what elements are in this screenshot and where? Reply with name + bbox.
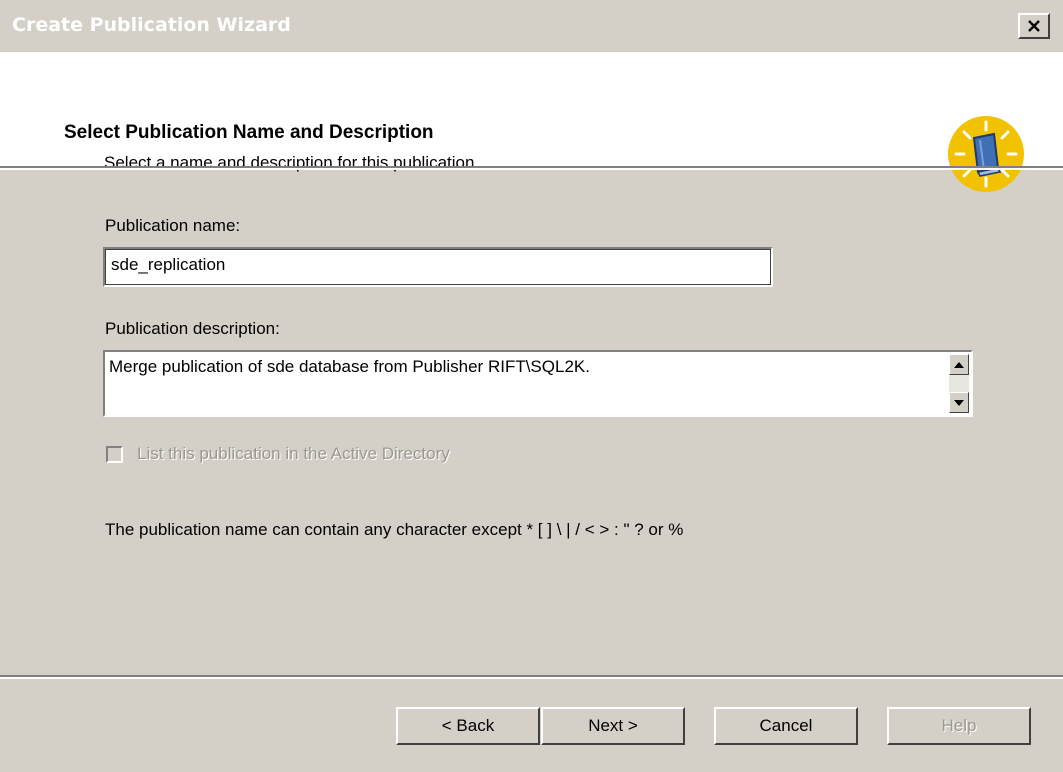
header-divider-highlight: [0, 168, 1063, 170]
help-button: Help: [887, 707, 1031, 745]
scroll-up-button[interactable]: [949, 354, 969, 375]
page-subtitle: Select a name and description for this p…: [104, 153, 480, 172]
scroll-down-button[interactable]: [949, 392, 969, 413]
publication-name-label: Publication name:: [105, 216, 241, 235]
arrow-down-icon: [954, 399, 964, 406]
book-lightbulb-icon: [948, 116, 1024, 192]
arrow-up-icon: [954, 361, 964, 368]
page-title: Select Publication Name and Description: [64, 122, 434, 143]
window-title: Create Publication Wizard: [12, 14, 291, 36]
publication-name-input[interactable]: sde_replication: [103, 247, 773, 287]
back-button[interactable]: < Back: [396, 707, 540, 745]
close-icon: [1028, 20, 1040, 32]
wizard-dialog: Create Publication Wizard Select Publica…: [0, 0, 1063, 772]
publication-name-value: sde_replication: [111, 255, 226, 274]
active-directory-checkbox: [106, 445, 123, 463]
publication-description-textarea[interactable]: Merge publication of sde database from P…: [103, 350, 973, 417]
publication-description-label: Publication description:: [105, 319, 280, 338]
footer-divider-highlight: [0, 677, 1063, 679]
next-button[interactable]: Next >: [541, 707, 685, 745]
active-directory-label: List this publication in the Active Dire…: [137, 444, 450, 463]
publication-description-value: Merge publication of sde database from P…: [109, 357, 590, 376]
description-scrollbar[interactable]: [949, 354, 969, 413]
cancel-button[interactable]: Cancel: [714, 707, 858, 745]
active-directory-option: List this publication in the Active Dire…: [106, 444, 450, 464]
name-restriction-note: The publication name can contain any cha…: [105, 520, 684, 539]
title-bar[interactable]: Create Publication Wizard: [0, 0, 1063, 52]
wizard-header: Select Publication Name and Description …: [0, 52, 1063, 192]
close-button[interactable]: [1018, 13, 1050, 39]
